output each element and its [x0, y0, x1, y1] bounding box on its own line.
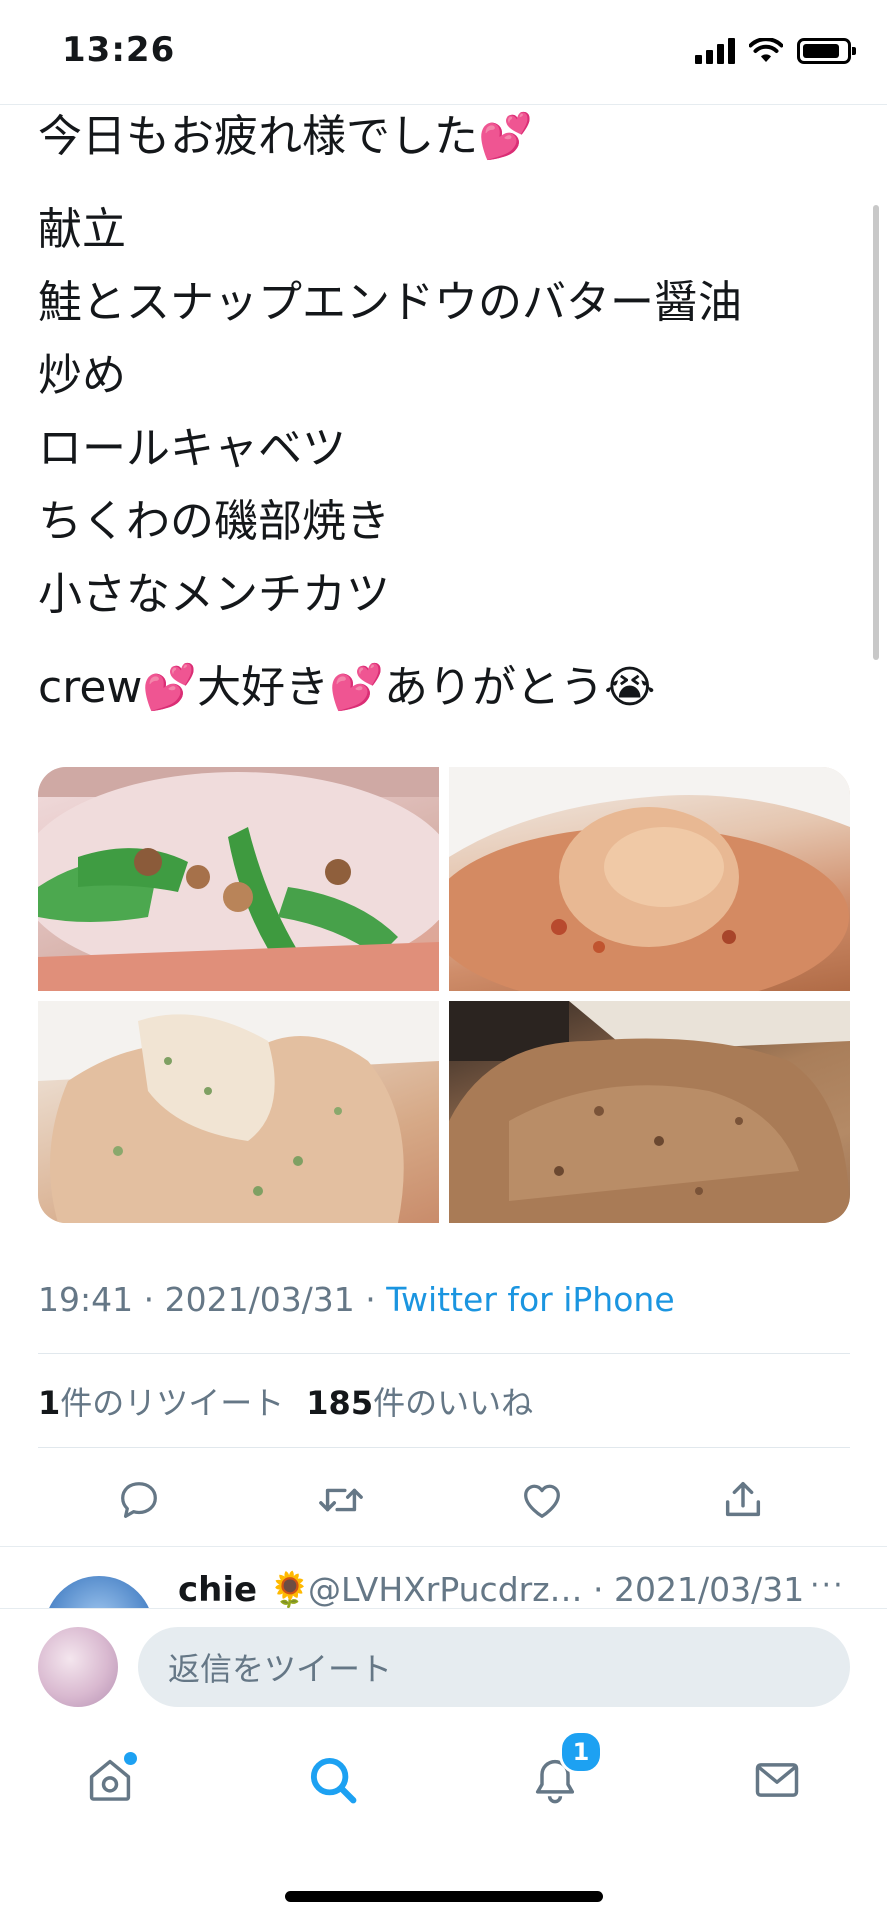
retweet-count-link[interactable]: 1件のリツイート — [38, 1384, 284, 1422]
tweet-line: 炒め — [38, 350, 126, 401]
photo-3[interactable] — [38, 1001, 439, 1223]
photo-1[interactable] — [38, 767, 439, 991]
divider — [0, 1546, 887, 1547]
reply-author-name: chie 🌻 — [178, 1570, 312, 1610]
tweet-line: crew💕大好き💕ありがとう😭 — [38, 662, 656, 713]
tab-notifications[interactable]: 1 — [525, 1730, 603, 1810]
retweet-button[interactable] — [311, 1470, 371, 1530]
signal-icon — [695, 38, 735, 64]
tweet-source-link[interactable]: Twitter for iPhone — [386, 1280, 674, 1319]
retweet-icon — [319, 1488, 363, 1512]
home-indicator — [285, 1891, 603, 1902]
tab-search[interactable] — [303, 1750, 363, 1810]
tweet-text: 今日もお疲れ様でした💕 献立 鮭とスナップエンドウのバター醤油 炒め ロールキャ… — [38, 100, 858, 744]
meta-separator: · — [133, 1280, 165, 1319]
reply-handle-date: @LVHXrPucdrz… · 2021/03/31 — [308, 1570, 805, 1609]
status-bar: 13:26 — [0, 0, 887, 105]
search-icon — [310, 1757, 357, 1804]
share-button[interactable] — [713, 1470, 773, 1530]
tweet-line: ロールキャベツ — [38, 423, 346, 474]
tab-home[interactable] — [80, 1750, 140, 1810]
photo-4[interactable] — [449, 1001, 850, 1223]
retweet-count: 1 — [38, 1384, 61, 1422]
tweet-time: 19:41 — [38, 1280, 134, 1319]
like-count-label: 件のいいね — [373, 1384, 534, 1422]
like-count-link[interactable]: 185件のいいね — [306, 1384, 533, 1422]
divider — [38, 1353, 850, 1354]
wifi-icon — [749, 38, 783, 62]
tweet-meta: 19:41 · 2021/03/31 · Twitter for iPhone — [38, 1280, 675, 1319]
tweet-line: 献立 — [38, 204, 126, 255]
notification-badge: 1 — [559, 1730, 603, 1774]
tweet-line: ちくわの磯部焼き — [38, 496, 390, 547]
avatar[interactable] — [44, 1576, 154, 1610]
tab-messages[interactable] — [747, 1750, 807, 1810]
battery-icon — [797, 38, 856, 64]
divider — [38, 1447, 850, 1448]
scrollbar[interactable] — [873, 205, 879, 660]
photo-2[interactable] — [449, 767, 850, 991]
tweet-line: 小さなメンチカツ — [38, 569, 390, 620]
tweet-counts: 1件のリツイート 185件のいいね — [38, 1378, 533, 1424]
heart-icon — [524, 1484, 560, 1518]
reply-input[interactable]: 返信をツイート — [138, 1627, 850, 1707]
share-icon — [725, 1481, 761, 1517]
more-icon[interactable]: ··· — [810, 1568, 845, 1603]
reply-icon — [121, 1482, 157, 1518]
tweet-line: 今日もお疲れ様でした💕 — [38, 111, 533, 162]
avatar[interactable] — [38, 1627, 118, 1707]
mail-icon — [755, 1763, 799, 1797]
new-content-dot — [124, 1752, 137, 1765]
status-icons — [695, 38, 856, 64]
photo-2-art — [449, 767, 850, 991]
like-count: 185 — [306, 1384, 374, 1422]
status-time: 13:26 — [62, 30, 176, 70]
reply-composer: 返信をツイート — [0, 1608, 887, 1707]
tab-bar: 1 — [0, 1720, 887, 1840]
retweet-count-label: 件のリツイート — [60, 1384, 285, 1422]
tweet-actions — [0, 1470, 887, 1530]
reply-button[interactable] — [109, 1470, 169, 1530]
photo-3-art — [38, 1001, 439, 1223]
photo-4-art — [449, 1001, 850, 1223]
like-button[interactable] — [512, 1470, 572, 1530]
reply-preview[interactable]: chie 🌻 @LVHXrPucdrz… · 2021/03/31 ··· — [0, 1548, 887, 1610]
photo-1-art — [38, 767, 439, 991]
meta-separator: · — [354, 1280, 387, 1319]
tweet-date: 2021/03/31 — [164, 1280, 355, 1319]
photo-grid — [38, 767, 850, 1223]
tweet-line: 鮭とスナップエンドウのバター醤油 — [38, 277, 742, 328]
